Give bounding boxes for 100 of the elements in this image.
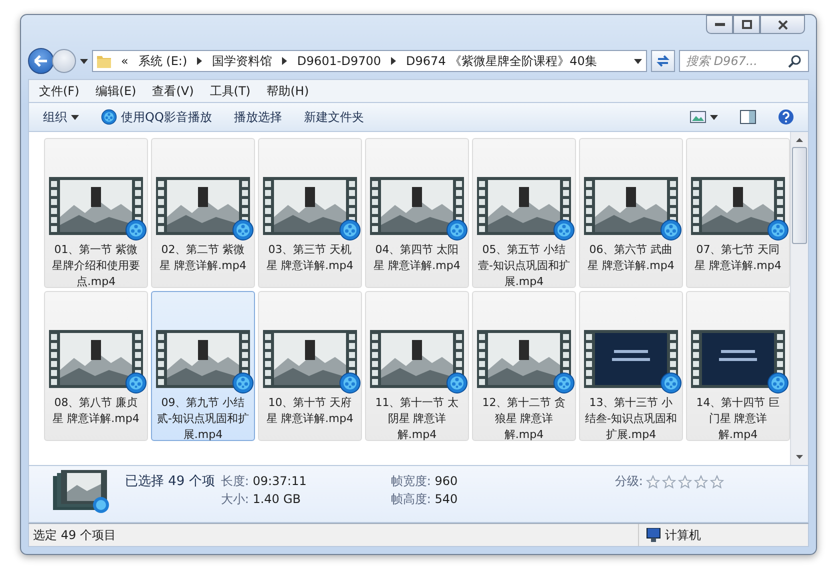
file-tile[interactable]: 01、第一节 紫微星牌介绍和使用要点.mp4 [44, 138, 148, 288]
property-text: 帧高度: 540 [390, 491, 459, 508]
breadcrumb-item[interactable]: 系统 (E:) [138, 52, 188, 70]
property-text: 大小: 1.40 GB [220, 491, 302, 508]
film-reel-icon [767, 372, 789, 394]
file-name: 04、第四节 太阳星 牌意详解.mp4 [372, 242, 462, 274]
toolbar-button[interactable]: 播放选择 [224, 106, 292, 128]
menu-item[interactable]: 帮助(H) [258, 80, 317, 102]
file-name: 05、第五节 小结壹-知识点巩固和扩展.mp4 [478, 242, 570, 290]
file-tile[interactable]: 06、第六节 武曲星 牌意详解.mp4 [579, 138, 683, 288]
search-box[interactable]: 搜索 D967... [679, 50, 809, 72]
menu-item[interactable]: 查看(V) [144, 80, 202, 102]
star-icon[interactable] [646, 474, 660, 488]
file-name: 02、第二节 紫微星 牌意详解.mp4 [158, 242, 248, 274]
search-field[interactable]: 搜索 D967... [684, 53, 788, 69]
caret-icon [710, 114, 718, 120]
search-icon [788, 54, 801, 68]
file-name: 07、第七节 天同星 牌意详解.mp4 [694, 242, 782, 274]
chevron-icon[interactable] [391, 57, 396, 65]
film-reel-icon [101, 109, 117, 125]
film-reel-icon [232, 372, 254, 394]
minimize-button[interactable] [706, 15, 733, 34]
file-name: 11、第十一节 太阴星 牌意详解.mp4 [374, 395, 460, 443]
file-tile[interactable]: 13、第十三节 小结叁-知识点巩固和扩展.mp4 [579, 291, 683, 441]
refresh-icon [656, 54, 670, 68]
scroll-down-icon[interactable] [795, 452, 804, 461]
file-tile[interactable]: 11、第十一节 太阴星 牌意详解.mp4 [365, 291, 469, 441]
close-button[interactable] [760, 15, 805, 34]
caret-icon[interactable] [80, 58, 88, 64]
file-tile[interactable]: 02、第二节 紫微星 牌意详解.mp4 [151, 138, 255, 288]
caret-icon [71, 114, 79, 120]
close-icon [778, 20, 788, 30]
property-text: 帧宽度: 960 [390, 473, 459, 490]
scrollbar-thumb[interactable] [792, 147, 807, 244]
file-tile[interactable]: 09、第九节 小结贰-知识点巩固和扩展.mp4 [151, 291, 255, 441]
film-reel-icon [125, 219, 147, 241]
file-tile[interactable]: 05、第五节 小结壹-知识点巩固和扩展.mp4 [472, 138, 576, 288]
file-name: 13、第十三节 小结叁-知识点巩固和扩展.mp4 [584, 395, 678, 443]
film-reel-icon [553, 372, 575, 394]
film-reel-icon [339, 372, 361, 394]
chevron-icon[interactable] [197, 57, 202, 65]
star-icon[interactable] [678, 474, 692, 488]
file-name: 10、第十节 天府星 牌意详解.mp4 [266, 395, 354, 427]
film-reel-icon [125, 372, 147, 394]
maximize-button[interactable] [733, 15, 760, 34]
file-name: 01、第一节 紫微星牌介绍和使用要点.mp4 [51, 242, 141, 290]
location-text: 计算机 [665, 526, 701, 544]
computer-icon [645, 528, 661, 542]
file-tile[interactable]: 07、第七节 天同星 牌意详解.mp4 [686, 138, 790, 288]
video-stack-icon [53, 470, 111, 514]
film-reel-icon [660, 219, 682, 241]
menu-item[interactable]: 文件(F) [31, 80, 88, 102]
scroll-up-icon[interactable] [795, 136, 804, 145]
file-tile[interactable]: 08、第八节 廉贞星 牌意详解.mp4 [44, 291, 148, 441]
rating-label: 分级: [614, 473, 643, 490]
back-button[interactable] [28, 48, 54, 74]
file-name: 12、第十二节 贪狼星 牌意详解.mp4 [481, 395, 567, 443]
breadcrumb-item[interactable]: D9674 《紫微星牌全阶课程》40集 [406, 52, 597, 70]
toolbar-button[interactable]: 使用QQ影音播放 [91, 106, 222, 128]
star-icon[interactable] [662, 474, 676, 488]
address-bar[interactable]: « 系统 (E:) 国学资料馆 D9601-D9700 D9674 《紫微星牌全阶课程》40集 [92, 50, 647, 72]
file-tile[interactable]: 14、第十四节 巨门星 牌意详解.mp4 [686, 291, 790, 441]
menu-item[interactable]: 编辑(E) [87, 80, 144, 102]
selection-summary: 已选择 49 个项 [125, 473, 215, 490]
breadcrumb-item[interactable]: 国学资料馆 [212, 52, 272, 70]
property-text: 长度: 09:37:11 [220, 473, 308, 490]
file-tile[interactable]: 03、第三节 天机星 牌意详解.mp4 [258, 138, 362, 288]
status-text: 选定 49 个项目 [33, 526, 116, 544]
breadcrumb-overflow[interactable]: « [121, 54, 128, 68]
film-reel-icon [660, 372, 682, 394]
dropdown-caret-icon[interactable] [634, 58, 642, 64]
file-tile[interactable]: 04、第四节 太阳星 牌意详解.mp4 [365, 138, 469, 288]
film-reel-icon [446, 372, 468, 394]
film-reel-icon [446, 219, 468, 241]
file-name: 08、第八节 廉贞星 牌意详解.mp4 [52, 395, 140, 427]
star-icon[interactable] [694, 474, 708, 488]
breadcrumb-item[interactable]: D9601-D9700 [297, 54, 382, 68]
file-name: 06、第六节 武曲星 牌意详解.mp4 [586, 242, 676, 274]
minimize-icon [714, 22, 724, 26]
picture-icon [690, 111, 706, 123]
vertical-scrollbar[interactable] [790, 132, 808, 465]
refresh-button[interactable] [651, 50, 675, 72]
toolbar-button[interactable]: 新建文件夹 [294, 106, 374, 128]
film-reel-icon [232, 219, 254, 241]
file-tile[interactable]: 12、第十二节 贪狼星 牌意详解.mp4 [472, 291, 576, 441]
film-reel-icon [767, 219, 789, 241]
star-icon[interactable] [710, 474, 724, 488]
folder-icon [97, 54, 111, 68]
film-reel-icon [339, 219, 361, 241]
chevron-icon[interactable] [282, 57, 288, 65]
menu-item[interactable]: 工具(T) [202, 80, 258, 102]
film-reel-icon [553, 219, 575, 241]
file-name: 03、第三节 天机星 牌意详解.mp4 [266, 242, 354, 274]
file-name: 14、第十四节 巨门星 牌意详解.mp4 [695, 395, 781, 443]
file-tile[interactable]: 10、第十节 天府星 牌意详解.mp4 [258, 291, 362, 441]
toolbar-button[interactable]: 组织 [33, 106, 89, 128]
help-icon [778, 109, 794, 125]
maximize-icon [742, 20, 752, 29]
back-arrow-icon [34, 55, 48, 67]
file-name: 09、第九节 小结贰-知识点巩固和扩展.mp4 [156, 395, 250, 443]
